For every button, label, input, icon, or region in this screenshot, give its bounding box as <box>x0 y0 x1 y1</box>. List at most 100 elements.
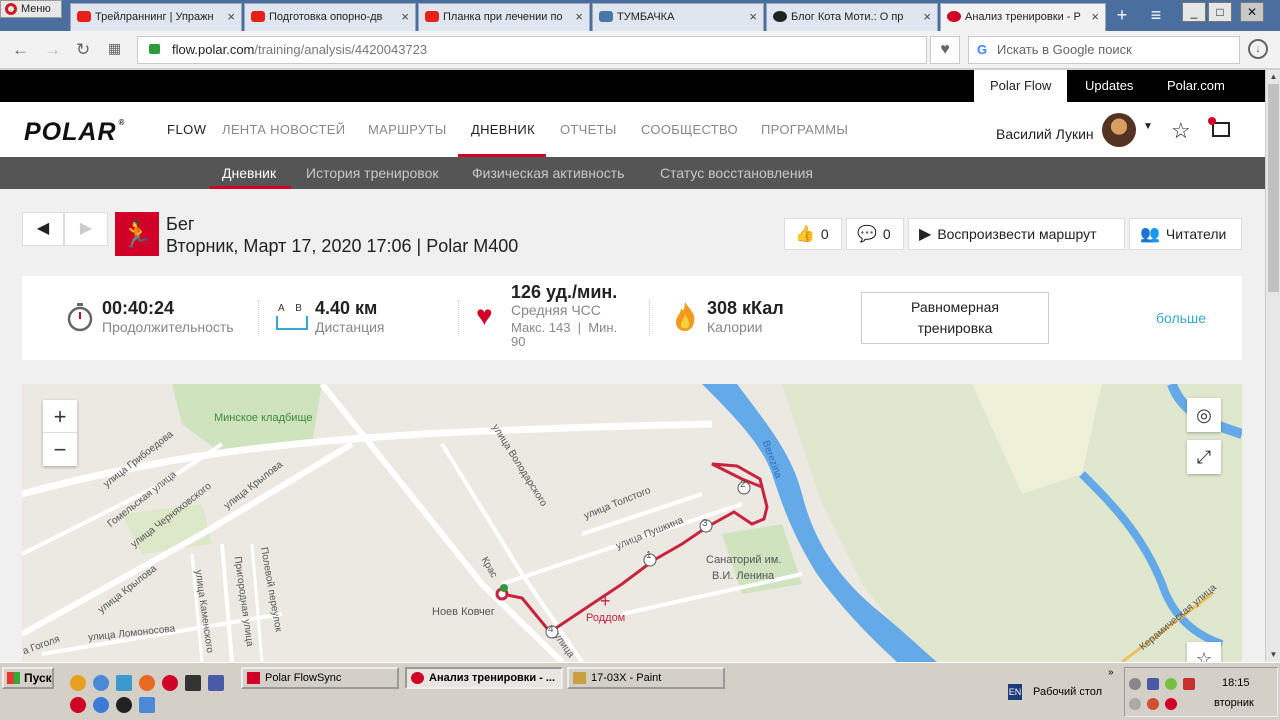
chevron-down-icon[interactable]: ▼ <box>1143 121 1153 132</box>
browser-tab[interactable]: Подготовка опорно-дв × <box>244 3 416 31</box>
maximize-icon[interactable]: □ <box>1208 2 1232 22</box>
notifications-icon[interactable] <box>1208 117 1230 137</box>
opera-icon[interactable] <box>162 675 178 691</box>
tab-close-icon[interactable]: × <box>227 4 235 30</box>
tab-close-icon[interactable]: × <box>575 4 583 30</box>
tab-close-icon[interactable]: × <box>1091 4 1099 30</box>
calories-value: 308 кКал <box>707 298 784 318</box>
scroll-up-icon[interactable]: ▲ <box>1266 70 1280 84</box>
tray-icon[interactable] <box>1129 698 1141 710</box>
nav-routes[interactable]: МАРШРУТЫ <box>368 122 447 137</box>
quicklaunch-icon[interactable] <box>116 675 132 691</box>
url-field[interactable]: flow.polar.com/training/analysis/4420043… <box>137 36 927 64</box>
training-benefit-button[interactable]: Равномерная тренировка <box>861 292 1049 344</box>
scrollbar-thumb[interactable] <box>1268 84 1279 292</box>
logo-mark: ® <box>118 118 126 127</box>
chevron-right-icon[interactable]: » <box>1108 667 1114 678</box>
minimize-icon[interactable]: _ <box>1182 2 1206 22</box>
firefox-icon[interactable] <box>139 675 155 691</box>
polar-com-link[interactable]: Polar.com <box>1151 70 1241 102</box>
locate-icon[interactable]: ◎ <box>1187 398 1221 432</box>
tray-icon[interactable] <box>1165 678 1177 690</box>
taskbar-item-paint[interactable]: 17-03X - Paint <box>567 667 725 689</box>
close-window-icon[interactable]: ✕ <box>1240 2 1264 22</box>
quicklaunch-icon[interactable] <box>116 697 132 713</box>
clock-time[interactable]: 18:15 <box>1222 677 1250 689</box>
subnav-history[interactable]: История тренировок <box>306 165 438 181</box>
nav-diary[interactable]: ДНЕВНИК <box>471 122 535 137</box>
forward-icon[interactable]: → <box>44 40 61 60</box>
hospital-icon: + <box>600 591 611 611</box>
star-icon[interactable]: ☆ <box>1171 118 1191 144</box>
avatar[interactable] <box>1102 113 1136 147</box>
shield-icon[interactable] <box>1183 678 1195 690</box>
scroll-down-icon[interactable]: ▼ <box>1266 648 1280 662</box>
nav-reports[interactable]: ОТЧЕТЫ <box>560 122 617 137</box>
more-link[interactable]: больше <box>1156 310 1206 326</box>
subnav-activity[interactable]: Физическая активность <box>472 165 624 181</box>
taskbar-item-flowsync[interactable]: Polar FlowSync <box>241 667 399 689</box>
tab-close-icon[interactable]: × <box>749 4 757 30</box>
nav-feed[interactable]: ЛЕНТА НОВОСТЕЙ <box>222 122 345 137</box>
back-icon[interactable]: ← <box>12 40 29 60</box>
replay-route-button[interactable]: ▶ Воспроизвести маршрут <box>908 218 1125 250</box>
tray-icon[interactable] <box>1147 698 1159 710</box>
browser-tab[interactable]: Трейлраннинг | Упражн × <box>70 3 242 31</box>
ie-icon[interactable] <box>93 697 109 713</box>
polar-flow-link[interactable]: Polar Flow <box>974 70 1068 102</box>
taskbar-item-browser[interactable]: Анализ тренировки - ... <box>405 667 563 689</box>
reload-icon[interactable]: ↻ <box>76 40 90 60</box>
yandex-icon[interactable] <box>70 697 86 713</box>
quicklaunch-icon[interactable] <box>185 675 201 691</box>
tray-icon[interactable] <box>1165 698 1177 710</box>
browser-tab[interactable]: Планка при лечении по × <box>418 3 590 31</box>
tab-close-icon[interactable]: × <box>923 4 931 30</box>
subnav-diary[interactable]: Дневник <box>222 165 276 181</box>
browser-tab[interactable]: ТУМБАЧКА × <box>592 3 764 31</box>
tray-icon[interactable] <box>1147 678 1159 690</box>
language-indicator[interactable]: EN <box>1008 684 1022 700</box>
training-benefit-line1: Равномерная <box>911 299 999 315</box>
start-button[interactable]: Пуск <box>2 667 54 689</box>
quicklaunch-icon[interactable] <box>70 675 86 691</box>
browser-tab[interactable]: Блог Кота Моти.: О пр × <box>766 3 938 31</box>
browser-tab-active[interactable]: Анализ тренировки - Р × <box>940 3 1106 31</box>
opera-menu-button[interactable]: Меню <box>0 0 62 18</box>
like-button[interactable]: 👍 0 <box>784 218 842 250</box>
nav-programs[interactable]: ПРОГРАММЫ <box>761 122 848 137</box>
zoom-out-button[interactable]: − <box>43 433 77 466</box>
taskbar-item-label: 17-03X - Paint <box>591 672 662 684</box>
nav-community[interactable]: СООБЩЕСТВО <box>641 122 738 137</box>
followers-button[interactable]: 👥 Читатели <box>1129 218 1242 250</box>
chrome-icon[interactable] <box>93 675 109 691</box>
new-tab-icon[interactable]: + <box>1110 4 1134 26</box>
taskbar-item-label: Polar FlowSync <box>265 672 342 684</box>
polar-logo[interactable]: POLAR ® <box>24 118 125 147</box>
previous-session-button[interactable]: ◀ <box>22 212 64 246</box>
quicklaunch-icon[interactable] <box>208 675 224 691</box>
next-session-button[interactable]: ▶ <box>64 212 108 246</box>
desktop-toolbar-label[interactable]: Рабочий стол <box>1033 686 1102 698</box>
tab-close-icon[interactable]: × <box>401 4 409 30</box>
tab-menu-icon[interactable]: ≡ <box>1144 4 1168 26</box>
sport-name: Бег <box>166 214 195 234</box>
route-map[interactable]: + 1 2 3 4 Минское кладбище улица Грибоед… <box>22 384 1242 662</box>
download-icon[interactable]: ↓ <box>1248 39 1268 59</box>
page-scrollbar[interactable]: ▲ ▼ <box>1265 70 1280 662</box>
search-input[interactable]: G Искать в Google поиск <box>968 36 1240 64</box>
user-name[interactable]: Василий Лукин <box>996 126 1094 142</box>
zoom-in-button[interactable]: + <box>43 400 77 433</box>
heart-rate-range: Макс. 143 | Мин. <box>511 320 618 335</box>
subnav-recovery[interactable]: Статус восстановления <box>660 165 813 181</box>
map-label-sanatorium: В.И. Ленина <box>712 570 775 582</box>
fullscreen-icon[interactable]: ⤢ <box>1187 440 1221 474</box>
bookmark-heart-icon[interactable]: ♥ <box>930 36 960 64</box>
comment-button[interactable]: 💬 0 <box>846 218 904 250</box>
tray-icon[interactable] <box>1129 678 1141 690</box>
speed-dial-icon[interactable]: ▦ <box>108 40 121 57</box>
updates-link[interactable]: Updates <box>1069 70 1149 102</box>
quicklaunch-icon[interactable] <box>139 697 155 713</box>
star-map-icon[interactable]: ☆ <box>1187 642 1221 662</box>
map-label-cemetery: Минское кладбище <box>214 412 313 424</box>
flow-label[interactable]: FLOW <box>167 122 207 137</box>
